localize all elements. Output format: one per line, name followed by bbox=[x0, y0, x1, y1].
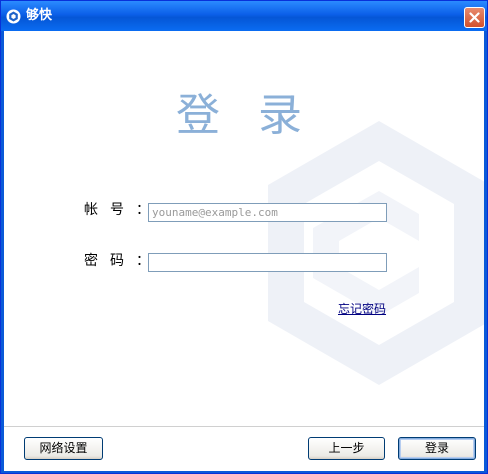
password-label-text: 密码 bbox=[84, 253, 136, 269]
forgot-password-link[interactable]: 忘记密码 bbox=[338, 301, 386, 317]
close-icon bbox=[469, 12, 480, 23]
account-label: 帐号： bbox=[84, 201, 150, 219]
close-button[interactable] bbox=[464, 7, 485, 28]
footer-bar: 网络设置 上一步 登录 bbox=[4, 427, 484, 471]
login-window: 够快 登录 帐号： 密码： 忘记密码 网络设置 上一步 登录 bbox=[0, 0, 488, 474]
account-input[interactable] bbox=[148, 203, 387, 222]
back-button[interactable]: 上一步 bbox=[308, 437, 385, 460]
account-label-text: 帐号 bbox=[84, 202, 136, 218]
network-settings-button[interactable]: 网络设置 bbox=[24, 437, 103, 460]
hexagon-app-icon bbox=[6, 9, 21, 24]
login-panel: 登录 帐号： 密码： 忘记密码 网络设置 上一步 登录 bbox=[4, 31, 484, 471]
login-heading: 登录 bbox=[176, 90, 340, 141]
login-button[interactable]: 登录 bbox=[398, 437, 476, 460]
window-title: 够快 bbox=[26, 8, 53, 23]
password-input[interactable] bbox=[148, 253, 387, 272]
password-label: 密码： bbox=[84, 252, 150, 270]
title-bar[interactable]: 够快 bbox=[1, 1, 487, 31]
